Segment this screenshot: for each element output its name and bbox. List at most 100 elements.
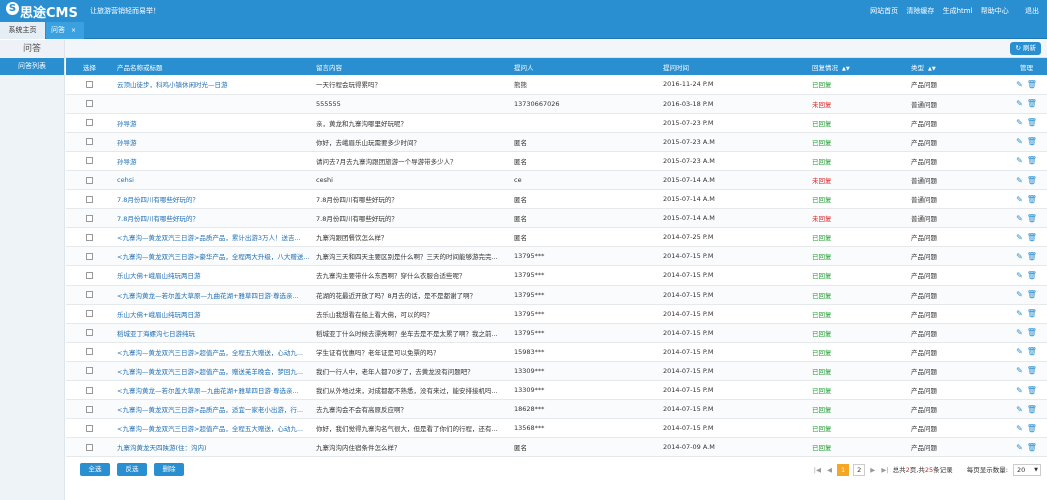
close-icon[interactable]: × xyxy=(71,27,76,34)
edit-icon[interactable]: ✎ xyxy=(1016,443,1023,452)
checkbox[interactable] xyxy=(86,271,93,279)
edit-icon[interactable]: ✎ xyxy=(1016,118,1023,127)
delete-icon[interactable]: 🗑 xyxy=(1027,156,1037,165)
product-link[interactable]: <九寨沟—黄龙双汽三日游>豪华产品，全程两大升级，八大赠送... xyxy=(113,247,312,266)
checkbox[interactable] xyxy=(86,291,93,299)
product-link[interactable]: 乐山大佛+峨眉山纯玩两日游 xyxy=(113,266,312,285)
header-type[interactable]: 类型 ▲▼ xyxy=(907,58,1006,75)
prev-page-icon[interactable]: ◀ xyxy=(827,463,832,477)
delete-icon[interactable]: 🗑 xyxy=(1027,309,1037,318)
edit-icon[interactable]: ✎ xyxy=(1016,137,1023,146)
edit-icon[interactable]: ✎ xyxy=(1016,347,1023,356)
delete-icon[interactable]: 🗑 xyxy=(1027,347,1037,356)
delete-icon[interactable]: 🗑 xyxy=(1027,252,1037,261)
edit-icon[interactable]: ✎ xyxy=(1016,252,1023,261)
delete-button[interactable]: 删除 xyxy=(154,463,184,476)
checkbox[interactable] xyxy=(86,195,93,203)
app-logo[interactable]: S 思途CMS xyxy=(6,2,78,21)
checkbox[interactable] xyxy=(86,176,93,184)
delete-icon[interactable]: 🗑 xyxy=(1027,386,1037,395)
delete-icon[interactable]: 🗑 xyxy=(1027,271,1037,280)
delete-icon[interactable]: 🗑 xyxy=(1027,137,1037,146)
product-link[interactable]: <九寨沟—黄龙双汽三日游>超值产品，赠送羌羊晚会，梦回九... xyxy=(113,361,312,380)
edit-icon[interactable]: ✎ xyxy=(1016,405,1023,414)
delete-icon[interactable]: 🗑 xyxy=(1027,176,1037,185)
checkbox[interactable] xyxy=(86,310,93,318)
checkbox[interactable] xyxy=(86,138,93,146)
sidebar-item-qa-list[interactable]: 问答列表 xyxy=(0,58,64,75)
product-link[interactable]: <九寨沟—黄龙双汽三日游>超值产品，全程五大赠送，心动九... xyxy=(113,419,312,438)
edit-icon[interactable]: ✎ xyxy=(1016,80,1023,89)
next-page-icon[interactable]: ▶ xyxy=(870,463,875,477)
checkbox[interactable] xyxy=(86,80,93,88)
product-link[interactable]: 7.8月份四川有哪些好玩的？ xyxy=(113,190,312,209)
checkbox[interactable] xyxy=(86,252,93,260)
product-link[interactable] xyxy=(113,94,312,113)
product-link[interactable]: 孙导游 xyxy=(113,151,312,170)
edit-icon[interactable]: ✎ xyxy=(1016,233,1023,242)
link-generate-html[interactable]: 生成html xyxy=(943,7,973,15)
header-reply[interactable]: 回复情况 ▲▼ xyxy=(808,58,907,75)
checkbox[interactable] xyxy=(86,443,93,451)
product-link[interactable]: <九寨沟黄龙—若尔盖大草原—九曲花湖+雅草四日游·尊选亲... xyxy=(113,381,312,400)
product-link[interactable]: 云顶山徒步，科鸡小镇休闲时光—日游 xyxy=(113,75,312,94)
first-page-icon[interactable]: |◀ xyxy=(814,463,821,477)
delete-icon[interactable]: 🗑 xyxy=(1027,80,1037,89)
edit-icon[interactable]: ✎ xyxy=(1016,328,1023,337)
product-link[interactable]: 稻城亚丁海螺沟七日游纯玩 xyxy=(113,323,312,342)
product-link[interactable]: <九寨沟—黄龙双汽三日游>超值产品，全程五大赠送，心动九... xyxy=(113,342,312,361)
checkbox[interactable] xyxy=(86,367,93,375)
delete-icon[interactable]: 🗑 xyxy=(1027,233,1037,242)
select-all-button[interactable]: 全选 xyxy=(80,463,110,476)
page-1-button[interactable]: 1 xyxy=(837,464,850,476)
checkbox[interactable] xyxy=(86,214,93,222)
per-page-select[interactable]: 20 ▼ xyxy=(1013,464,1041,476)
checkbox[interactable] xyxy=(86,424,93,432)
page-2-button[interactable]: 2 xyxy=(853,464,866,476)
edit-icon[interactable]: ✎ xyxy=(1016,271,1023,280)
edit-icon[interactable]: ✎ xyxy=(1016,366,1023,375)
product-link[interactable]: 孙导游 xyxy=(113,132,312,151)
checkbox[interactable] xyxy=(86,100,93,108)
product-link[interactable]: 乐山大佛+峨眉山纯玩两日游 xyxy=(113,304,312,323)
link-site-home[interactable]: 网站首页 xyxy=(870,7,898,15)
product-link[interactable]: <九寨沟—黄龙双汽三日游>品质产品，累计出游3万人！送吉... xyxy=(113,228,312,247)
sort-icon[interactable]: ▲▼ xyxy=(928,66,936,72)
delete-icon[interactable]: 🗑 xyxy=(1027,195,1037,204)
product-link[interactable]: 九寨沟黄龙天四陕游(住：沟内) xyxy=(113,438,312,457)
delete-icon[interactable]: 🗑 xyxy=(1027,366,1037,375)
checkbox[interactable] xyxy=(86,386,93,394)
link-help-center[interactable]: 帮助中心 xyxy=(981,7,1009,15)
invert-select-button[interactable]: 反选 xyxy=(117,463,147,476)
link-clear-cache[interactable]: 清除缓存 xyxy=(906,7,934,15)
edit-icon[interactable]: ✎ xyxy=(1016,99,1023,108)
product-link[interactable]: 7.8月份四川有哪些好玩的？ xyxy=(113,209,312,228)
checkbox[interactable] xyxy=(86,348,93,356)
delete-icon[interactable]: 🗑 xyxy=(1027,405,1037,414)
edit-icon[interactable]: ✎ xyxy=(1016,424,1023,433)
edit-icon[interactable]: ✎ xyxy=(1016,214,1023,223)
product-link[interactable]: cehsi xyxy=(113,170,312,189)
checkbox[interactable] xyxy=(86,233,93,241)
product-link[interactable]: <九寨沟黄龙—若尔盖大草原—九曲花湖+雅草四日游·尊选亲... xyxy=(113,285,312,304)
delete-icon[interactable]: 🗑 xyxy=(1027,290,1037,299)
tab-qa[interactable]: 问答 × xyxy=(46,22,84,39)
sort-icon[interactable]: ▲▼ xyxy=(842,66,850,72)
product-link[interactable]: 孙导游 xyxy=(113,113,312,132)
edit-icon[interactable]: ✎ xyxy=(1016,156,1023,165)
refresh-button[interactable]: ↻ 刷新 xyxy=(1010,42,1041,55)
product-link[interactable]: <九寨沟—黄龙双汽三日游>品质产品，适宜一家老小出游，行... xyxy=(113,400,312,419)
delete-icon[interactable]: 🗑 xyxy=(1027,328,1037,337)
edit-icon[interactable]: ✎ xyxy=(1016,386,1023,395)
checkbox[interactable] xyxy=(86,119,93,127)
edit-icon[interactable]: ✎ xyxy=(1016,195,1023,204)
delete-icon[interactable]: 🗑 xyxy=(1027,99,1037,108)
delete-icon[interactable]: 🗑 xyxy=(1027,424,1037,433)
checkbox[interactable] xyxy=(86,157,93,165)
tab-home[interactable]: 系统主页 xyxy=(0,22,45,39)
last-page-icon[interactable]: ▶| xyxy=(881,463,888,477)
edit-icon[interactable]: ✎ xyxy=(1016,290,1023,299)
logout-link[interactable]: 退出 xyxy=(1025,7,1039,15)
checkbox[interactable] xyxy=(86,405,93,413)
checkbox[interactable] xyxy=(86,329,93,337)
